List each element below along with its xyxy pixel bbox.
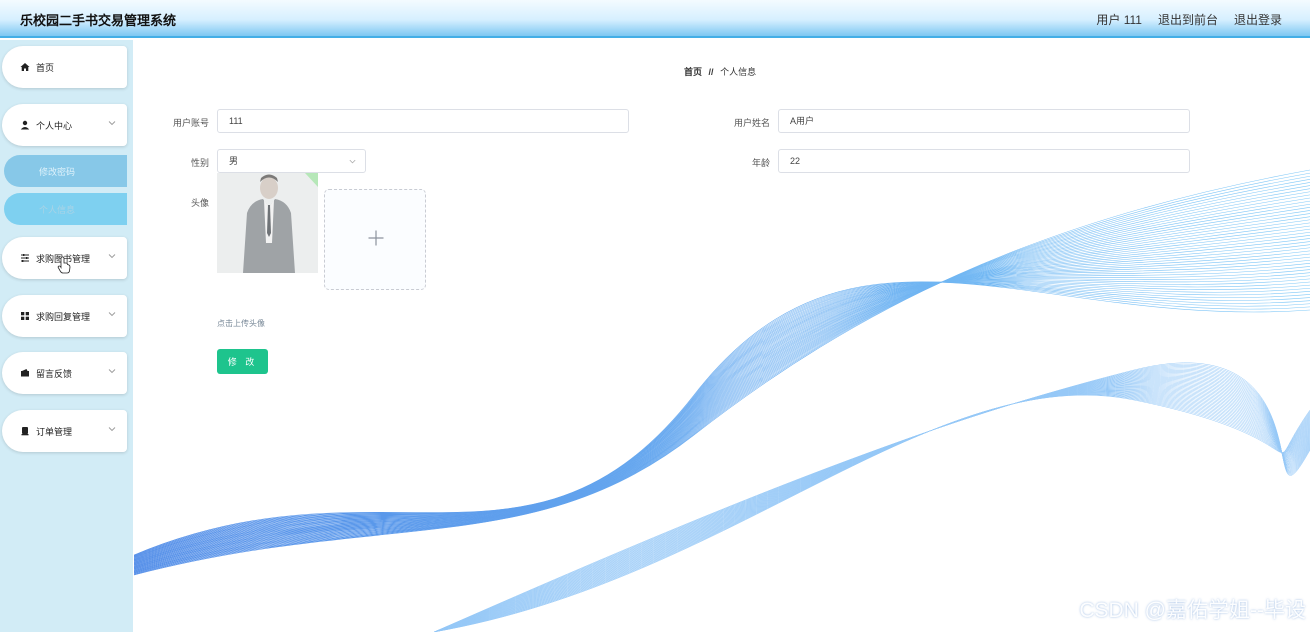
sidebar-item-personal-center[interactable]: 个人中心 — [2, 104, 127, 146]
order-icon — [20, 426, 30, 436]
name-value: A用户 — [790, 116, 815, 126]
chevron-down-icon — [349, 159, 356, 164]
grid-icon — [20, 311, 30, 321]
sidebar-subitem-personal-info[interactable]: 个人信息 — [4, 193, 127, 225]
sidebar-item-label: 求购回复管理 — [36, 311, 91, 322]
top-header: 乐校园二手书交易管理系统 用户 111 退出到前台 退出登录 — [0, 0, 1310, 38]
sidebar-item-orders[interactable]: 订单管理 — [2, 410, 127, 452]
wallet-icon — [20, 368, 30, 378]
account-label: 用户账号 — [172, 118, 209, 128]
upload-hint: 点击上传头像 — [217, 319, 265, 328]
hand-cursor-icon — [57, 256, 71, 274]
home-icon — [20, 62, 30, 72]
avatar-label: 头像 — [190, 198, 209, 208]
age-input[interactable]: 22 — [778, 149, 1190, 173]
current-user-link[interactable]: 用户 111 — [1096, 11, 1142, 28]
logout-link[interactable]: 退出登录 — [1234, 11, 1282, 28]
sidebar-subitem-change-password[interactable]: 修改密码 — [4, 155, 127, 187]
user-icon — [20, 120, 30, 130]
sidebar-item-home[interactable]: 首页 — [2, 46, 127, 88]
list-icon — [20, 253, 30, 263]
chevron-down-icon — [108, 369, 116, 374]
breadcrumb-separator: // — [708, 67, 714, 77]
chevron-down-icon — [108, 312, 116, 317]
breadcrumb-current: 个人信息 — [720, 67, 757, 77]
sidebar-item-label: 订单管理 — [36, 426, 73, 437]
gender-select[interactable]: 男 — [217, 149, 366, 173]
exit-to-front-link[interactable]: 退出到前台 — [1158, 11, 1218, 28]
age-value: 22 — [790, 156, 801, 166]
avatar-image[interactable] — [217, 173, 318, 273]
sidebar-item-label: 留言反馈 — [36, 368, 73, 379]
main-content: 首页 // 个人信息 用户账号 111 用户姓名 A用户 性别 男 年龄 22 … — [134, 40, 1310, 632]
sidebar-subitem-label: 修改密码 — [39, 166, 76, 177]
sidebar-item-label: 首页 — [36, 62, 55, 73]
sidebar-subitem-label: 个人信息 — [39, 204, 76, 215]
age-label: 年龄 — [751, 158, 770, 168]
chevron-down-icon — [108, 254, 116, 259]
gender-label: 性别 — [190, 158, 209, 168]
breadcrumb-home[interactable]: 首页 — [684, 67, 702, 77]
name-label: 用户姓名 — [733, 118, 770, 128]
sidebar-item-reply-management[interactable]: 求购回复管理 — [2, 295, 127, 337]
app-title: 乐校园二手书交易管理系统 — [20, 13, 177, 28]
account-input[interactable]: 111 — [217, 109, 629, 133]
person-photo-icon — [217, 173, 318, 273]
sidebar-item-feedback[interactable]: 留言反馈 — [2, 352, 127, 394]
watermark-text: CSDN @嘉佑学姐--毕设 — [1079, 599, 1306, 622]
gender-value: 男 — [229, 156, 239, 166]
submit-button[interactable]: 修 改 — [217, 349, 268, 374]
chevron-down-icon — [108, 121, 116, 126]
chevron-down-icon — [108, 427, 116, 432]
sidebar-item-label: 个人中心 — [36, 120, 73, 131]
upload-avatar-button[interactable] — [324, 189, 426, 290]
plus-icon — [368, 230, 384, 246]
name-input[interactable]: A用户 — [778, 109, 1190, 133]
breadcrumb: 首页 // 个人信息 — [684, 65, 756, 78]
account-value: 111 — [229, 116, 243, 126]
sidebar: 首页 个人中心 修改密码 个人信息 求购图书管理 求购回复管理 留言反馈 — [0, 40, 133, 632]
header-nav: 用户 111 退出到前台 退出登录 — [1096, 11, 1282, 28]
